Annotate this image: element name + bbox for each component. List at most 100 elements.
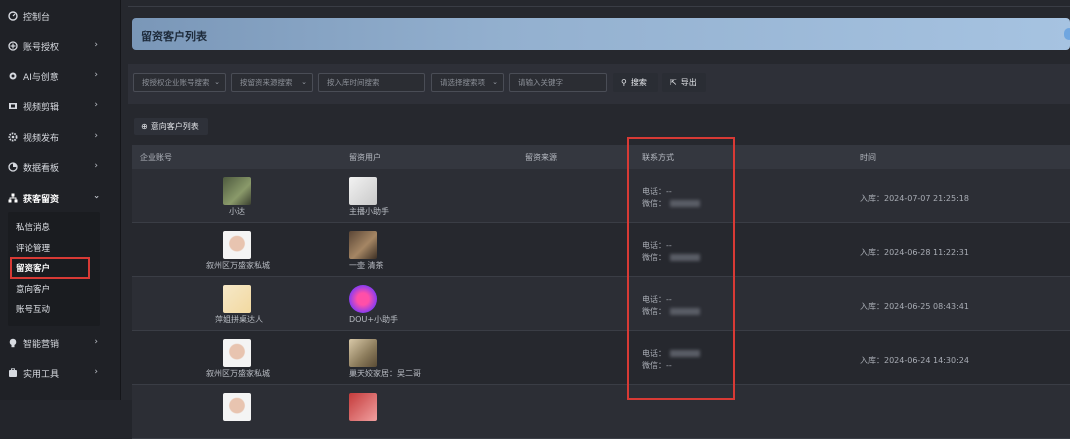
- submenu-item-intent-customers[interactable]: 意向客户: [16, 283, 50, 297]
- column-header-account: 企业账号: [140, 153, 172, 162]
- avatar: [349, 177, 377, 205]
- chevron-right-icon: ›: [94, 40, 98, 50]
- export-button[interactable]: ⇱ 导出: [662, 73, 706, 92]
- column-header-contact: 联系方式: [642, 153, 674, 162]
- export-icon: ⇱: [670, 78, 677, 87]
- column-header-user: 留资用户: [349, 153, 381, 162]
- sidebar-item-label: 视频发布: [23, 133, 60, 144]
- sidebar-item-label: 账号授权: [23, 42, 60, 53]
- user-name: 主播小助手: [349, 207, 389, 216]
- gear-icon: [8, 132, 18, 142]
- contact-wechat: 微信：: [642, 198, 700, 209]
- page-title: 留资客户列表: [141, 30, 207, 43]
- time-input[interactable]: 按入库时间搜索: [318, 73, 425, 92]
- contact-wechat: 微信：--: [642, 361, 672, 370]
- sidebar-item-label: 控制台: [23, 12, 51, 23]
- bulb-icon: [9, 338, 17, 348]
- page-header: 留资客户列表: [132, 18, 1070, 50]
- tools-icon: [9, 368, 17, 377]
- chevron-right-icon: ›: [94, 337, 98, 347]
- sitemap-icon: [8, 193, 18, 203]
- sidebar-item-label: 实用工具: [23, 369, 60, 380]
- submenu-item-account-interaction[interactable]: 账号互动: [16, 303, 50, 317]
- chevron-right-icon: ›: [94, 70, 98, 80]
- avatar: [223, 393, 251, 421]
- avatar: [349, 339, 377, 367]
- active-item-highlight: [10, 257, 90, 279]
- table-row: [132, 385, 1070, 439]
- contact-wechat: 微信：: [642, 306, 700, 317]
- account-name: 萍姐拼桌达人: [215, 315, 263, 324]
- avatar: [223, 177, 251, 205]
- sidebar-item-label: 智能营销: [23, 339, 60, 350]
- tab-intent-customers[interactable]: ⊕ 意向客户列表: [134, 118, 208, 135]
- search-button[interactable]: ⚲ 搜索: [613, 73, 658, 92]
- avatar: [349, 285, 377, 313]
- column-header-source: 留资来源: [525, 153, 557, 162]
- table-row: 小达 主播小助手 电话：-- 微信： 入库：2024-07-07 21:25:1…: [132, 169, 1070, 223]
- sidebar-item-ai[interactable]: AI与创意 ›: [0, 66, 120, 86]
- leads-table: 企业账号 留资用户 留资来源 联系方式 时间 小达 主播小助手 电话：-- 微信…: [132, 145, 1070, 439]
- user-name: DOU+小助手: [349, 315, 399, 324]
- contact-phone: 电话：--: [642, 187, 672, 196]
- timestamp: 入库：2024-06-25 08:43:41: [860, 302, 969, 311]
- chevron-right-icon: ›: [94, 131, 98, 141]
- user-name: 一壶 清茶: [349, 261, 384, 270]
- ai-icon: [9, 72, 17, 80]
- chevron-right-icon: ›: [94, 100, 98, 110]
- sidebar-item-data-board[interactable]: 数据看板 ›: [0, 157, 120, 177]
- header-accent: [1064, 28, 1070, 40]
- film-icon: [9, 103, 17, 109]
- sidebar-item-lead-capture[interactable]: 获客留资 ›: [0, 188, 120, 208]
- user-name: 巢天姣家居：吴二哥: [349, 369, 421, 378]
- timestamp: 入库：2024-06-24 14:30:24: [860, 356, 969, 365]
- avatar: [223, 285, 251, 313]
- timestamp: 入库：2024-06-28 11:22:31: [860, 248, 969, 257]
- source-select[interactable]: 按留资来源搜索 ⌄: [231, 73, 313, 92]
- add-circle-icon: [8, 41, 18, 51]
- chevron-down-icon: ⌄: [492, 78, 498, 86]
- avatar: [349, 231, 377, 259]
- sidebar-item-label: AI与创意: [23, 72, 59, 83]
- search-icon: ⚲: [621, 78, 627, 87]
- submenu-item-comments[interactable]: 评论管理: [16, 242, 50, 256]
- dashboard-icon: [8, 11, 18, 21]
- table-row: 叙州区万盛家私城 一壶 清茶 电话：-- 微信： 入库：2024-06-28 1…: [132, 223, 1070, 277]
- sidebar-item-label: 获客留资: [23, 194, 60, 205]
- top-divider: [128, 6, 1070, 7]
- sidebar-item-label: 数据看板: [23, 163, 60, 174]
- sidebar-item-dashboard[interactable]: 控制台: [0, 6, 120, 26]
- sidebar-item-account-auth[interactable]: 账号授权 ›: [0, 36, 120, 56]
- chevron-down-icon: ⌄: [301, 78, 307, 86]
- chevron-down-icon: ›: [91, 195, 102, 199]
- keyword-input[interactable]: 请输入关键字: [509, 73, 607, 92]
- contact-phone: 电话：: [642, 348, 700, 359]
- account-name: 小达: [229, 207, 245, 216]
- contact-wechat: 微信：: [642, 252, 700, 263]
- sidebar-item-video-edit[interactable]: 视频剪辑 ›: [0, 96, 120, 116]
- chevron-right-icon: ›: [94, 367, 98, 377]
- table-row: 萍姐拼桌达人 DOU+小助手 电话：-- 微信： 入库：2024-06-25 0…: [132, 277, 1070, 331]
- chart-icon: [8, 162, 18, 172]
- account-name: 叙州区万盛家私城: [206, 261, 270, 270]
- submenu-item-messages[interactable]: 私信消息: [16, 221, 50, 235]
- contact-phone: 电话：--: [642, 295, 672, 304]
- sidebar: 控制台 账号授权 › AI与创意 › 视频剪辑 › 视频发布 › 数据看板 › …: [0, 0, 120, 400]
- table-row: 叙州区万盛家私城 巢天姣家居：吴二哥 电话： 微信：-- 入库：2024-06-…: [132, 331, 1070, 385]
- account-select[interactable]: 按授权企业账号搜索 ⌄: [133, 73, 226, 92]
- sidebar-item-label: 视频剪辑: [23, 102, 60, 113]
- chevron-right-icon: ›: [94, 161, 98, 171]
- table-header: 企业账号 留资用户 留资来源 联系方式 时间: [132, 145, 1070, 169]
- contact-phone: 电话：--: [642, 241, 672, 250]
- add-circle-icon: ⊕: [141, 122, 148, 131]
- chevron-down-icon: ⌄: [214, 78, 220, 86]
- avatar: [223, 231, 251, 259]
- timestamp: 入库：2024-07-07 21:25:18: [860, 194, 969, 203]
- search-type-select[interactable]: 请选择搜索项 ⌄: [431, 73, 504, 92]
- sidebar-item-video-publish[interactable]: 视频发布 ›: [0, 127, 120, 147]
- column-header-time: 时间: [860, 153, 876, 162]
- sidebar-item-tools[interactable]: 实用工具 ›: [0, 363, 120, 383]
- account-name: 叙州区万盛家私城: [206, 369, 270, 378]
- avatar: [349, 393, 377, 421]
- sidebar-item-smart-marketing[interactable]: 智能营销 ›: [0, 333, 120, 353]
